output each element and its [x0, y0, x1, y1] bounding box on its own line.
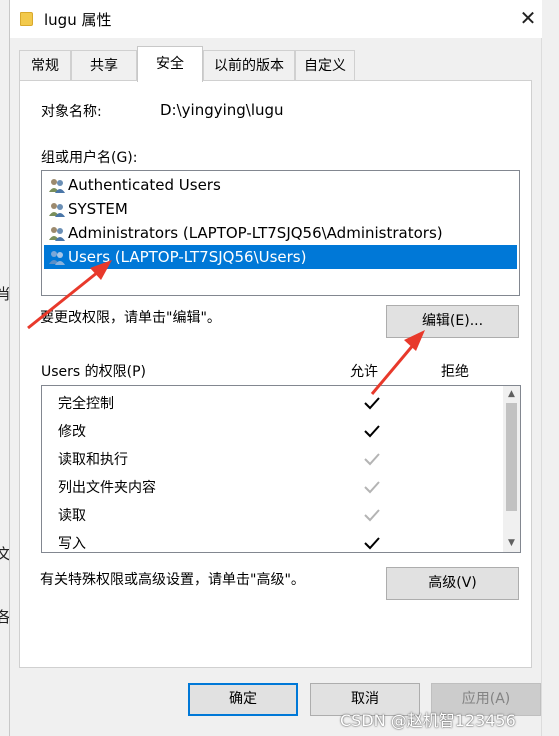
title-bar: lugu 属性 ✕	[10, 0, 542, 38]
users-icon	[49, 179, 65, 193]
scroll-thumb[interactable]	[506, 403, 517, 511]
permission-row: 列出文件夹内容	[58, 474, 498, 502]
tab-security[interactable]: 安全	[137, 46, 203, 82]
deny-header: 拒绝	[441, 364, 469, 380]
change-permissions-hint: 要更改权限，请单击"编辑"。	[40, 310, 221, 326]
ok-button[interactable]: 确定	[188, 683, 298, 716]
checkmark-inherited-icon	[364, 481, 380, 494]
object-name-label: 对象名称:	[41, 104, 102, 120]
permission-row: 完全控制	[58, 390, 498, 418]
permission-row: 读取和执行	[58, 446, 498, 474]
allow-header: 允许	[350, 364, 378, 380]
watermark: CSDN @赵机智123456	[340, 711, 516, 730]
permission-name: 写入	[58, 536, 86, 552]
tab-previous-versions[interactable]: 以前的版本	[203, 50, 295, 80]
group-user-label: 组或用户名(G):	[41, 150, 138, 166]
permissions-list: 完全控制 修改 读取和执行 列出文件夹内容 读取 写入 ▲ ▼	[41, 385, 521, 553]
folder-icon	[20, 12, 33, 26]
list-item-users[interactable]: Users (LAPTOP-LT7SJQ56\Users)	[44, 245, 517, 269]
user-name: Users (LAPTOP-LT7SJQ56\Users)	[68, 248, 307, 266]
properties-dialog: lugu 属性 ✕ 常规 共享 安全 以前的版本 自定义 对象名称: D:\yi…	[9, 0, 542, 736]
object-name-value: D:\yingying\lugu	[160, 101, 284, 119]
advanced-hint: 有关特殊权限或高级设置，请单击"高级"。	[40, 572, 305, 588]
edit-button[interactable]: 编辑(E)...	[386, 305, 519, 338]
users-icon	[49, 227, 65, 241]
permission-name: 读取和执行	[58, 452, 128, 468]
list-item-system[interactable]: SYSTEM	[44, 197, 517, 221]
permission-name: 修改	[58, 424, 86, 440]
permission-row: 读取	[58, 502, 498, 530]
user-listbox[interactable]: Authenticated Users SYSTEM Administrator…	[41, 170, 520, 296]
permission-name: 完全控制	[58, 396, 114, 412]
checkmark-icon	[364, 397, 380, 410]
tab-customize[interactable]: 自定义	[295, 50, 355, 80]
scroll-up-icon[interactable]: ▲	[503, 386, 520, 403]
scroll-down-icon[interactable]: ▼	[503, 535, 520, 552]
background-window-left: 肖 文 各	[0, 0, 11, 736]
permissions-scrollbar[interactable]: ▲ ▼	[503, 386, 520, 552]
window-title: lugu 属性	[44, 11, 112, 29]
user-name: Authenticated Users	[68, 176, 221, 194]
permission-row: 写入	[58, 530, 498, 558]
user-name: SYSTEM	[68, 200, 128, 218]
security-panel: 对象名称: D:\yingying\lugu 组或用户名(G): Authent…	[19, 80, 532, 668]
permission-name: 读取	[58, 508, 86, 524]
permission-row: 修改	[58, 418, 498, 446]
close-icon[interactable]: ✕	[516, 6, 540, 30]
checkmark-icon	[364, 425, 380, 438]
checkmark-inherited-icon	[364, 509, 380, 522]
list-item-administrators[interactable]: Administrators (LAPTOP-LT7SJQ56\Administ…	[44, 221, 517, 245]
permission-name: 列出文件夹内容	[58, 480, 156, 496]
tab-general[interactable]: 常规	[19, 50, 71, 80]
checkmark-icon	[364, 537, 380, 550]
advanced-button[interactable]: 高级(V)	[386, 567, 519, 600]
permissions-label: Users 的权限(P)	[41, 364, 147, 380]
list-item-authenticated-users[interactable]: Authenticated Users	[44, 173, 517, 197]
background-window-right	[541, 0, 559, 736]
users-icon	[49, 203, 65, 217]
tab-sharing[interactable]: 共享	[71, 50, 137, 80]
checkmark-inherited-icon	[364, 453, 380, 466]
users-icon	[49, 251, 65, 265]
user-name: Administrators (LAPTOP-LT7SJQ56\Administ…	[68, 224, 443, 242]
